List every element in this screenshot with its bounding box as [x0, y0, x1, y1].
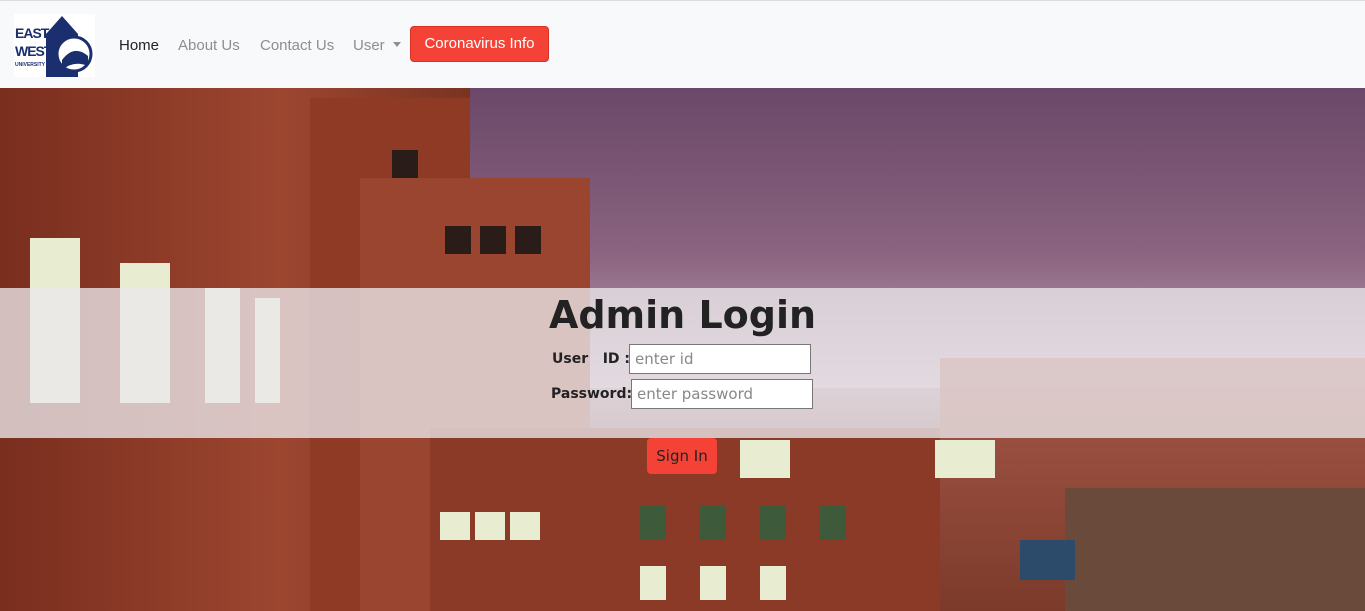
- nav-home-link[interactable]: Home: [119, 37, 159, 55]
- window: [760, 566, 786, 600]
- hero-background: Admin Login User ID : Password: Sign In: [0, 88, 1365, 611]
- window: [740, 440, 790, 478]
- window: [640, 506, 666, 540]
- nav-user-label: User: [353, 37, 385, 54]
- window: [480, 226, 506, 254]
- logo-building-icon: [46, 16, 93, 77]
- user-id-label: User ID :: [552, 351, 631, 367]
- chevron-down-icon: [392, 42, 401, 47]
- password-input[interactable]: [631, 379, 813, 409]
- window: [515, 226, 541, 254]
- window: [640, 566, 666, 600]
- nav-user-dropdown[interactable]: User: [353, 37, 401, 55]
- window: [445, 226, 471, 254]
- building-roof-right: [1065, 488, 1365, 611]
- nav-contact-link[interactable]: Contact Us: [260, 37, 334, 55]
- window: [510, 512, 540, 540]
- coronavirus-info-button[interactable]: Coronavirus Info: [410, 26, 549, 62]
- sign-in-button[interactable]: Sign In: [647, 438, 717, 474]
- window: [700, 506, 726, 540]
- window: [935, 440, 995, 478]
- university-logo[interactable]: EAST WEST UNIVERSITY: [14, 14, 95, 77]
- page-title: Admin Login: [548, 293, 817, 337]
- navbar: EAST WEST UNIVERSITY Home About Us Conta…: [0, 0, 1365, 88]
- window: [820, 506, 846, 540]
- window: [700, 566, 726, 600]
- window: [1020, 540, 1075, 580]
- window: [760, 506, 786, 540]
- user-id-input[interactable]: [629, 344, 811, 374]
- password-label: Password:: [551, 386, 633, 402]
- window: [440, 512, 470, 540]
- logo-text-university: UNIVERSITY: [15, 62, 46, 68]
- nav-about-link[interactable]: About Us: [178, 37, 240, 55]
- window: [392, 150, 418, 178]
- window: [475, 512, 505, 540]
